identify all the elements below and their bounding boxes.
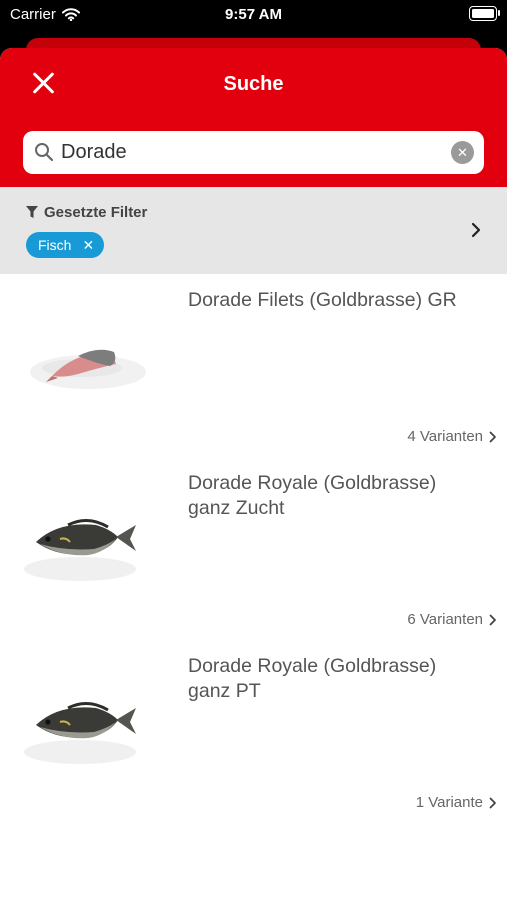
- variants-count: 4 Varianten: [407, 428, 483, 445]
- search-sheet: Suche ✕ Gesetzte Filter Fisch ✕: [0, 48, 507, 900]
- product-item[interactable]: Dorade Filets (Goldbrasse) GR 4 Variante…: [0, 274, 507, 457]
- chevron-right-icon: [489, 614, 496, 625]
- search-icon: [35, 143, 54, 162]
- variants-count: 1 Variante: [415, 794, 483, 811]
- product-name: Dorade Filets (Goldbrasse) GR: [188, 289, 457, 311]
- chevron-right-icon: [489, 797, 496, 808]
- product-item[interactable]: Dorade Royale (Goldbrasse) ganz Zucht 6 …: [0, 457, 507, 640]
- active-filters-bar[interactable]: Gesetzte Filter Fisch ✕: [0, 187, 507, 274]
- whole-fish-image: [24, 519, 136, 581]
- page-title: Suche: [223, 73, 284, 95]
- product-name: Dorade Royale (Goldbrasse) ganz Zucht: [188, 472, 437, 519]
- chevron-right-icon: [471, 222, 481, 238]
- search-bar[interactable]: ✕: [23, 131, 484, 174]
- battery-icon: [469, 6, 500, 21]
- clock: 9:57 AM: [225, 6, 282, 23]
- clear-icon: ✕: [457, 145, 468, 160]
- filters-title-label: Gesetzte Filter: [44, 204, 148, 221]
- product-item[interactable]: Dorade Royale (Goldbrasse) ganz PT 1 Var…: [0, 640, 507, 823]
- product-name: Dorade Royale (Goldbrasse) ganz PT: [188, 655, 437, 702]
- variants-link[interactable]: 4 Varianten: [407, 428, 497, 445]
- chevron-right-icon: [489, 431, 496, 442]
- clear-search-button[interactable]: ✕: [451, 141, 474, 164]
- search-input[interactable]: [61, 131, 440, 174]
- filter-chip-label: Fisch: [38, 237, 72, 253]
- remove-filter-icon[interactable]: ✕: [82, 237, 94, 254]
- filter-chip-fisch[interactable]: Fisch ✕: [26, 232, 105, 258]
- status-bar: Carrier 9:57 AM: [0, 0, 507, 30]
- filters-title: Gesetzte Filter: [26, 204, 147, 221]
- variants-count: 6 Varianten: [407, 611, 483, 628]
- filter-icon: [26, 206, 38, 218]
- whole-fish-image: [24, 702, 136, 764]
- battery-level: [472, 9, 494, 18]
- fish-fillet-image: [30, 349, 146, 389]
- variants-link[interactable]: 6 Varianten: [407, 611, 497, 628]
- search-header: Suche ✕: [0, 48, 507, 187]
- variants-link[interactable]: 1 Variante: [416, 794, 497, 811]
